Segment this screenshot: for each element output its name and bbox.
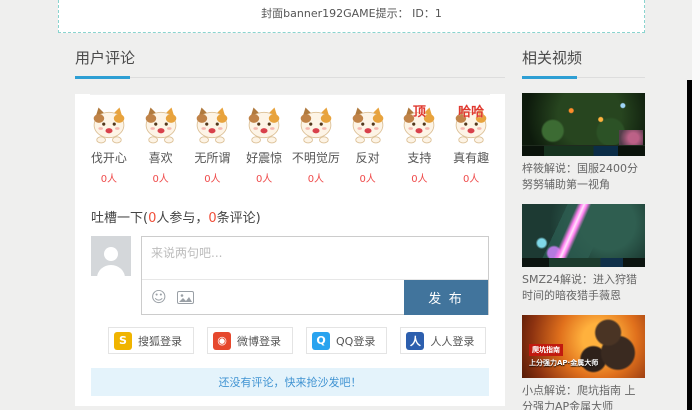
video-caption: 小点解说：爬坑指南 上分强力AP金属大师: [522, 384, 636, 410]
publish-button[interactable]: 发 布: [404, 279, 488, 315]
social-brand-icon: 人: [406, 331, 425, 350]
social-login-button[interactable]: 人 人人登录: [400, 327, 487, 354]
social-login-label: QQ登录: [336, 334, 376, 348]
cat-emoticon-icon: [300, 107, 332, 144]
avatar: [91, 236, 131, 276]
comments-title: 用户评论: [75, 49, 136, 67]
video-item[interactable]: SMZ24解说：进入狩猎时间的暗夜猎手薇恩: [522, 204, 645, 304]
cat-emoticon-icon: [145, 107, 176, 144]
video-item[interactable]: 梓筱解说：国服2400分努努辅助第一视角: [522, 93, 645, 193]
emotion-vote-item[interactable]: 喜欢 0人: [135, 105, 187, 185]
social-login-label: 微博登录: [237, 334, 281, 348]
thumbnail-overlay-badge: 爬坑指南: [529, 344, 563, 356]
emoji-picker-icon[interactable]: ☺: [151, 289, 167, 305]
emotion-overlay-text: 顶: [412, 105, 426, 120]
cat-emoticon-icon: [248, 107, 280, 144]
emotion-count: 0人: [307, 174, 325, 185]
comment-input[interactable]: [142, 237, 488, 279]
video-item[interactable]: 爬坑指南 上分强力AP·金属大师 小点解说：爬坑指南 上分强力AP金属大师: [522, 315, 645, 410]
social-login-button[interactable]: Q QQ登录: [306, 327, 388, 354]
emotion-label: 喜欢: [148, 151, 173, 165]
video-thumbnail[interactable]: [522, 93, 645, 156]
main-content: 用户评论 伐开心 0人 喜欢 0人 无所谓 0人 好震惊 0人 不明觉厉 0人 …: [75, 47, 700, 410]
emotion-count: 0人: [152, 174, 169, 185]
related-videos-title: 相关视频: [522, 49, 583, 67]
emotion-vote-item[interactable]: 反对 0人: [342, 105, 394, 185]
video-thumbnail[interactable]: [522, 204, 645, 267]
social-brand-icon: ◉: [213, 331, 231, 350]
comment-editor: ☺ 发 布: [141, 236, 489, 315]
emotion-label: 好震惊: [246, 151, 283, 165]
scrollbar-track[interactable]: [692, 0, 700, 410]
social-brand-icon: Q: [312, 331, 330, 350]
emotion-vote-item[interactable]: 伐开心 0人: [83, 105, 135, 185]
cat-emoticon-icon: [197, 107, 228, 144]
emotion-vote-item[interactable]: 无所谓 0人: [187, 105, 239, 185]
no-comments-notice: 还没有评论，快来抢沙发吧！: [91, 368, 489, 396]
emotion-label: 真有趣: [453, 151, 490, 165]
comments-title-accent: [75, 76, 130, 79]
banner-placeholder: 封面banner192GAME提示： ID：1: [58, 0, 645, 33]
video-caption: SMZ24解说：进入狩猎时间的暗夜猎手薇恩: [522, 273, 638, 302]
scrollbar-thumb[interactable]: [687, 80, 692, 410]
emotion-count: 0人: [359, 174, 376, 185]
cat-emoticon-icon: [352, 107, 383, 144]
image-upload-icon[interactable]: [176, 290, 194, 304]
comments-header: 用户评论: [75, 47, 505, 79]
emotion-count: 0人: [204, 174, 221, 185]
social-login-button[interactable]: ◉ 微博登录: [207, 327, 293, 354]
comments-column: 用户评论 伐开心 0人 喜欢 0人 无所谓 0人 好震惊 0人 不明觉厉 0人 …: [75, 47, 505, 410]
emotion-vote-row: 伐开心 0人 喜欢 0人 无所谓 0人 好震惊 0人 不明觉厉 0人 反对 0人…: [75, 95, 505, 185]
emotion-count: 0人: [100, 174, 118, 185]
emotion-vote-item[interactable]: 哈哈 真有趣 0人: [445, 105, 497, 185]
emotion-label: 伐开心: [90, 151, 127, 165]
emotion-vote-item[interactable]: 顶 支持 0人: [394, 105, 446, 185]
comment-form-title: 吐槽一下(0人参与，0条评论): [91, 207, 489, 226]
form-title-text: 条评论): [216, 211, 261, 226]
social-login-row: S 搜狐登录 ◉ 微博登录 Q QQ登录 人 人人登录: [108, 327, 489, 354]
social-login-label: 搜狐登录: [138, 334, 182, 348]
form-title-text: 人参与，: [156, 211, 209, 226]
editor-toolbar: ☺ 发 布: [142, 279, 488, 315]
form-title-text: 吐槽一下(: [91, 211, 149, 226]
emotion-vote-item[interactable]: 好震惊 0人: [238, 105, 290, 185]
social-login-button[interactable]: S 搜狐登录: [108, 327, 194, 354]
emotion-overlay-text: 哈哈: [458, 105, 485, 120]
emotion-count: 0人: [462, 174, 480, 185]
emotion-count: 0人: [255, 174, 273, 185]
comments-panel: 伐开心 0人 喜欢 0人 无所谓 0人 好震惊 0人 不明觉厉 0人 反对 0人…: [75, 94, 505, 406]
related-title-accent: [522, 76, 577, 79]
thumbnail-overlay: 爬坑指南 上分强力AP·金属大师: [529, 337, 598, 368]
person-icon: [97, 247, 125, 276]
cat-emoticon-icon: [93, 107, 125, 144]
video-list: 梓筱解说：国服2400分努努辅助第一视角 SMZ24解说：进入狩猎时间的暗夜猎手…: [522, 93, 645, 410]
comments-count: 0: [208, 211, 217, 226]
banner-text: 封面banner192GAME提示： ID：1: [261, 7, 442, 20]
emotion-label: 无所谓: [194, 151, 231, 165]
emotion-label: 不明觉厉: [291, 151, 340, 165]
emotion-label: 支持: [407, 151, 432, 165]
emotion-count: 0人: [411, 174, 428, 185]
social-brand-icon: S: [114, 331, 132, 350]
comment-editor-row: ☺ 发 布: [91, 236, 489, 315]
emotion-vote-item[interactable]: 不明觉厉 0人: [290, 105, 342, 185]
related-videos-column: 相关视频 梓筱解说：国服2400分努努辅助第一视角 SMZ24解说：进入狩猎时间…: [522, 47, 645, 410]
video-caption: 梓筱解说：国服2400分努努辅助第一视角: [522, 162, 638, 191]
video-thumbnail[interactable]: 爬坑指南 上分强力AP·金属大师: [522, 315, 645, 378]
social-login-label: 人人登录: [430, 334, 475, 348]
thumbnail-overlay-text: 上分强力AP·金属大师: [529, 359, 599, 367]
emotion-label: 反对: [355, 151, 380, 165]
related-videos-header: 相关视频: [522, 47, 645, 79]
